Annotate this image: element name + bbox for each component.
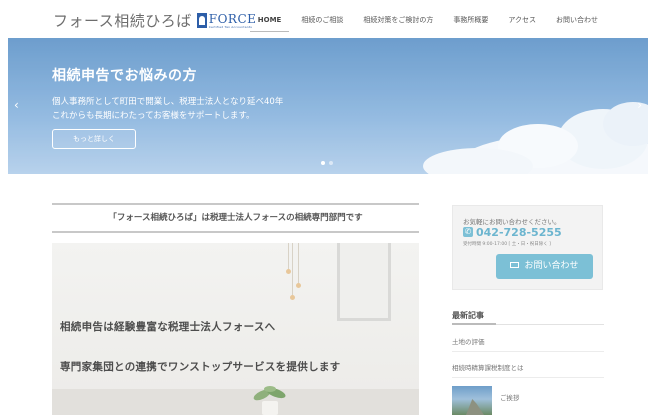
site-logo[interactable]: フォース相続ひろば FORCE Certified Tax Accountant…	[53, 10, 256, 31]
hero-text-line-1: 個人事務所として町田で開業し、税理士法人となり延べ40年	[52, 97, 284, 107]
tagline-heading: 「フォース相続ひろば」は税理士法人フォースの相続専門部門です	[52, 203, 419, 233]
logo-mark-icon	[196, 13, 207, 28]
contact-button[interactable]: お問い合わせ	[496, 254, 593, 279]
site-header: フォース相続ひろば FORCE Certified Tax Accountant…	[0, 0, 656, 38]
logo-text: フォース相続ひろば	[53, 12, 192, 30]
nav-item-contact[interactable]: お問い合わせ	[546, 0, 608, 38]
slider-dot-2[interactable]	[329, 161, 333, 165]
plant-pot	[262, 401, 278, 415]
slider-dot-1[interactable]	[321, 161, 325, 165]
divider	[452, 377, 604, 378]
lamp-cord	[292, 243, 293, 295]
nav-item-planning[interactable]: 相続対策をご検討の方	[353, 0, 443, 38]
learn-more-button[interactable]: もっと詳しく	[52, 129, 136, 149]
contact-phone-number[interactable]: 042-728-5255	[476, 226, 562, 239]
feature-banner: 相続申告は経験豊富な税理士法人フォースへ 専門家集団との連携でワンストップサービ…	[52, 243, 419, 415]
feature-text-line-1: 相続申告は経験豊富な税理士法人フォースへ	[60, 321, 276, 333]
chevron-right-icon[interactable]: ›	[637, 98, 642, 112]
divider	[452, 351, 604, 352]
feature-floor	[52, 389, 419, 415]
recent-post-link[interactable]: 相続時精算課税制度とは	[452, 362, 524, 372]
hero-text-line-2: これからも長期にわたってお客様をサポートします。	[52, 111, 255, 121]
mountain-image	[466, 399, 484, 415]
nav-item-office[interactable]: 事務所概要	[443, 0, 498, 38]
recent-post-link[interactable]: ご挨拶	[500, 392, 520, 402]
hero-title: 相続申告でお悩みの方	[52, 68, 197, 84]
plant-icon	[253, 386, 286, 401]
recent-post-thumbnail[interactable]	[452, 386, 492, 415]
recent-posts-heading: 最新記事	[452, 311, 484, 320]
main-nav: HOME 相続のご相談 相続対策をご検討の方 事務所概要 アクセス お問い合わせ	[248, 0, 608, 38]
contact-button-label: お問い合わせ	[524, 261, 579, 271]
lamp-cord	[288, 243, 289, 269]
recent-post-link[interactable]: 土地の評価	[452, 336, 485, 346]
pendant-lamp-icon	[290, 295, 295, 300]
recent-posts-rule	[496, 324, 604, 325]
phone-icon: ✆	[463, 227, 473, 237]
nav-item-consultation[interactable]: 相続のご相談	[291, 0, 353, 38]
pendant-lamp-icon	[296, 283, 301, 288]
mail-icon	[510, 262, 520, 268]
nav-item-access[interactable]: アクセス	[498, 0, 546, 38]
pendant-lamp-icon	[286, 269, 291, 274]
contact-widget: お気軽にお問い合わせください。 ✆ 042-728-5255 受付時間 9:00…	[452, 205, 603, 290]
nav-item-home[interactable]: HOME	[248, 0, 292, 38]
contact-prompt: お気軽にお問い合わせください。	[463, 218, 561, 226]
wall-frame-image	[337, 243, 391, 321]
recent-posts-underline	[452, 323, 496, 325]
slider-dots	[321, 161, 333, 165]
lamp-cord	[298, 243, 299, 283]
contact-hours: 受付時間 9:00-17:00 [ 土・日・祝日除く ]	[463, 242, 551, 247]
chevron-left-icon[interactable]: ‹	[14, 98, 19, 112]
hero-slider: ‹ › 相続申告でお悩みの方 個人事務所として町田で開業し、税理士法人となり延べ…	[8, 38, 648, 174]
feature-text-line-2: 専門家集団との連携でワンストップサービスを提供します	[60, 361, 341, 373]
